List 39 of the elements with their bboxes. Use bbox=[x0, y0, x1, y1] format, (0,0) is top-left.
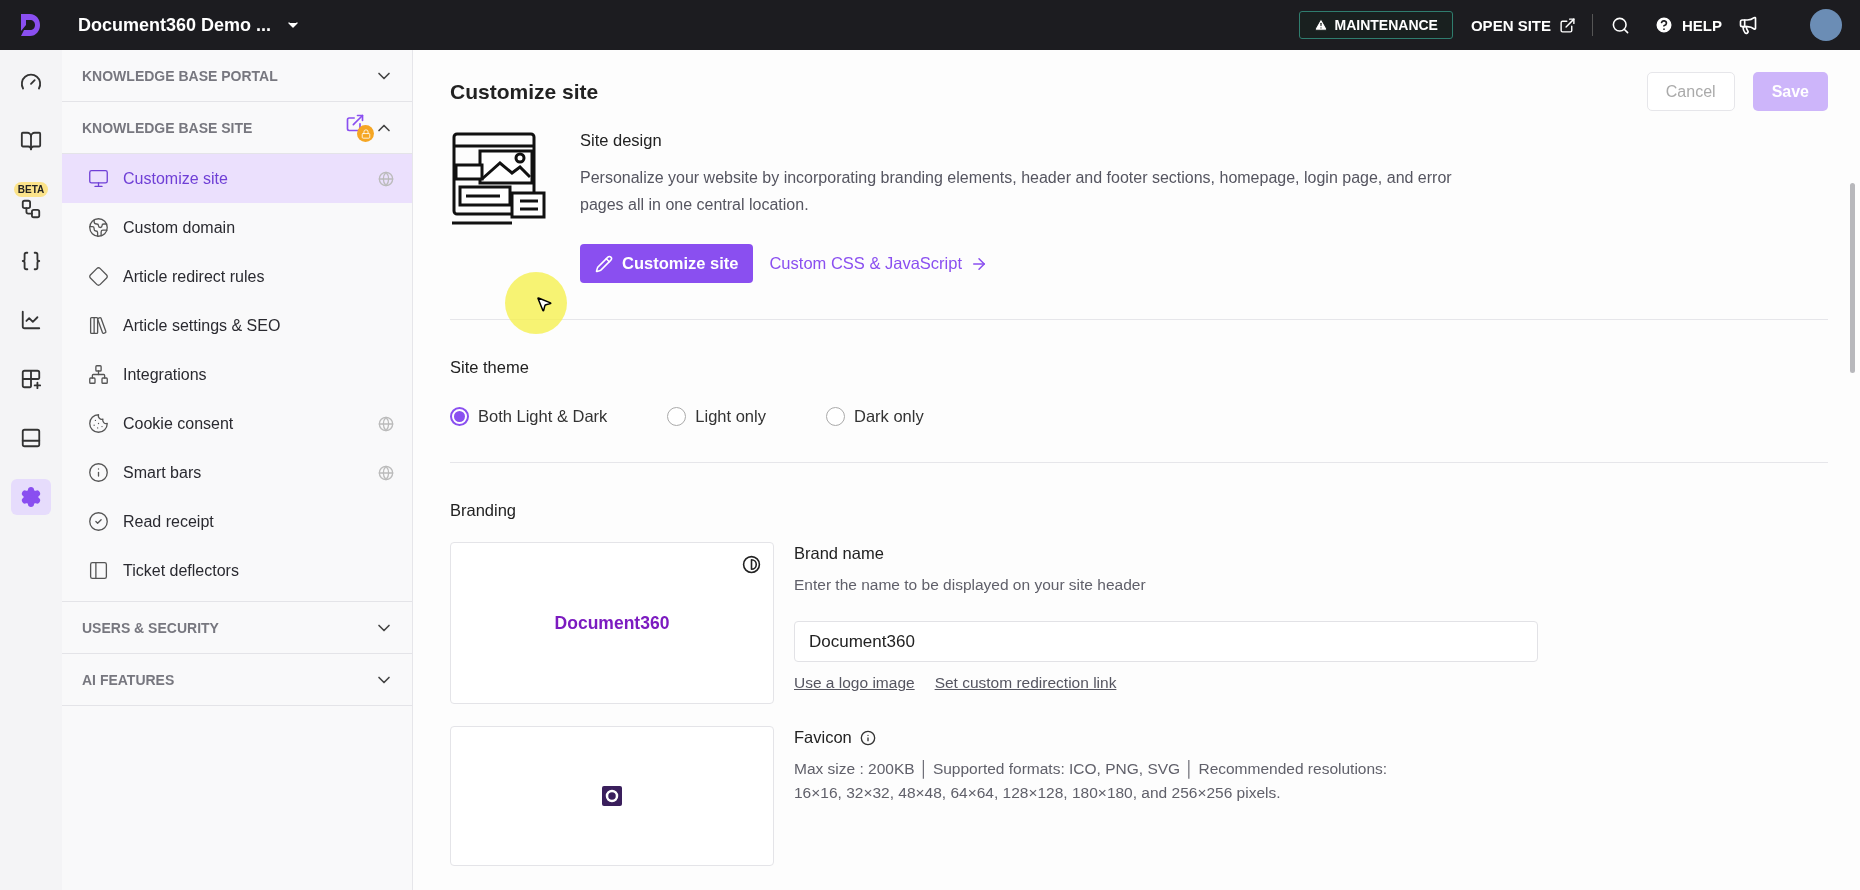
sidebar-item[interactable]: Read receipt bbox=[62, 497, 412, 546]
section-description: Personalize your website by incorporating branding elements, header and footer sections, homepage, login page, and error pages all in one central location. bbox=[580, 168, 1453, 215]
text-link[interactable]: Set custom redirection link bbox=[934, 674, 1117, 692]
brand-name-field[interactable]: Document360 bbox=[794, 621, 1538, 662]
field-hint: Enter the name to be displayed on your site header bbox=[794, 575, 1147, 595]
maintenance-button[interactable]: MAINTENANCE bbox=[1298, 11, 1453, 39]
section-header[interactable]: USERS & SECURITY bbox=[62, 602, 412, 654]
theme-radio[interactable]: Dark only bbox=[825, 407, 924, 426]
radio-label: Dark only bbox=[853, 407, 924, 426]
section-header[interactable]: KNOWLEDGE BASE PORTAL bbox=[62, 50, 412, 102]
sidebar-item[interactable]: Integrations bbox=[62, 350, 412, 399]
sidebar-item[interactable]: Smart bars bbox=[62, 448, 412, 497]
project-switcher[interactable]: Document360 Demo ... bbox=[78, 14, 302, 36]
section-title: Site theme bbox=[450, 358, 530, 377]
section-header[interactable]: AI FEATURES bbox=[62, 654, 412, 706]
field-label: Favicon bbox=[794, 728, 852, 747]
theme-radio[interactable]: Light only bbox=[667, 407, 766, 426]
sidebar-item[interactable]: Cookie consent bbox=[62, 399, 412, 448]
open-site-link[interactable]: OPEN SITE bbox=[1470, 16, 1576, 34]
brand-preview: Document360 bbox=[554, 612, 670, 634]
radio-label: Light only bbox=[695, 407, 766, 426]
rail-button[interactable]: BETA bbox=[11, 182, 51, 220]
section-title: Branding bbox=[450, 501, 518, 520]
sidebar-item[interactable]: Customize site bbox=[62, 154, 412, 203]
beta-badge: BETA bbox=[13, 182, 49, 197]
sidebar-item[interactable]: Article redirect rules bbox=[62, 252, 412, 301]
sidebar-item[interactable]: Custom domain bbox=[62, 203, 412, 252]
field-label: Brand name bbox=[794, 544, 885, 563]
help-button[interactable]: HELP bbox=[1654, 15, 1722, 35]
custom-css-link[interactable]: Custom CSS & JavaScript bbox=[769, 254, 988, 273]
text-link[interactable]: Use a logo image bbox=[794, 674, 915, 692]
favicon-requirements: Max size : 200KB │ Supported formats: ICO, PNG, SVG │ Recommended resolutions: 16×16, 32×32, 48×48, 64×64, 128×128, 180×180, and 256×256 pixels. bbox=[794, 759, 1389, 803]
theme-radio[interactable]: Both Light & Dark bbox=[450, 407, 608, 426]
page-title: Customize site bbox=[450, 79, 600, 104]
radio-label: Both Light & Dark bbox=[478, 407, 608, 426]
sidebar-item[interactable]: Article settings & SEO bbox=[62, 301, 412, 350]
section-title: Site design bbox=[580, 131, 663, 150]
sidebar-item[interactable]: Ticket deflectors bbox=[62, 546, 412, 595]
customize-site-button[interactable]: Customize site bbox=[580, 244, 754, 283]
